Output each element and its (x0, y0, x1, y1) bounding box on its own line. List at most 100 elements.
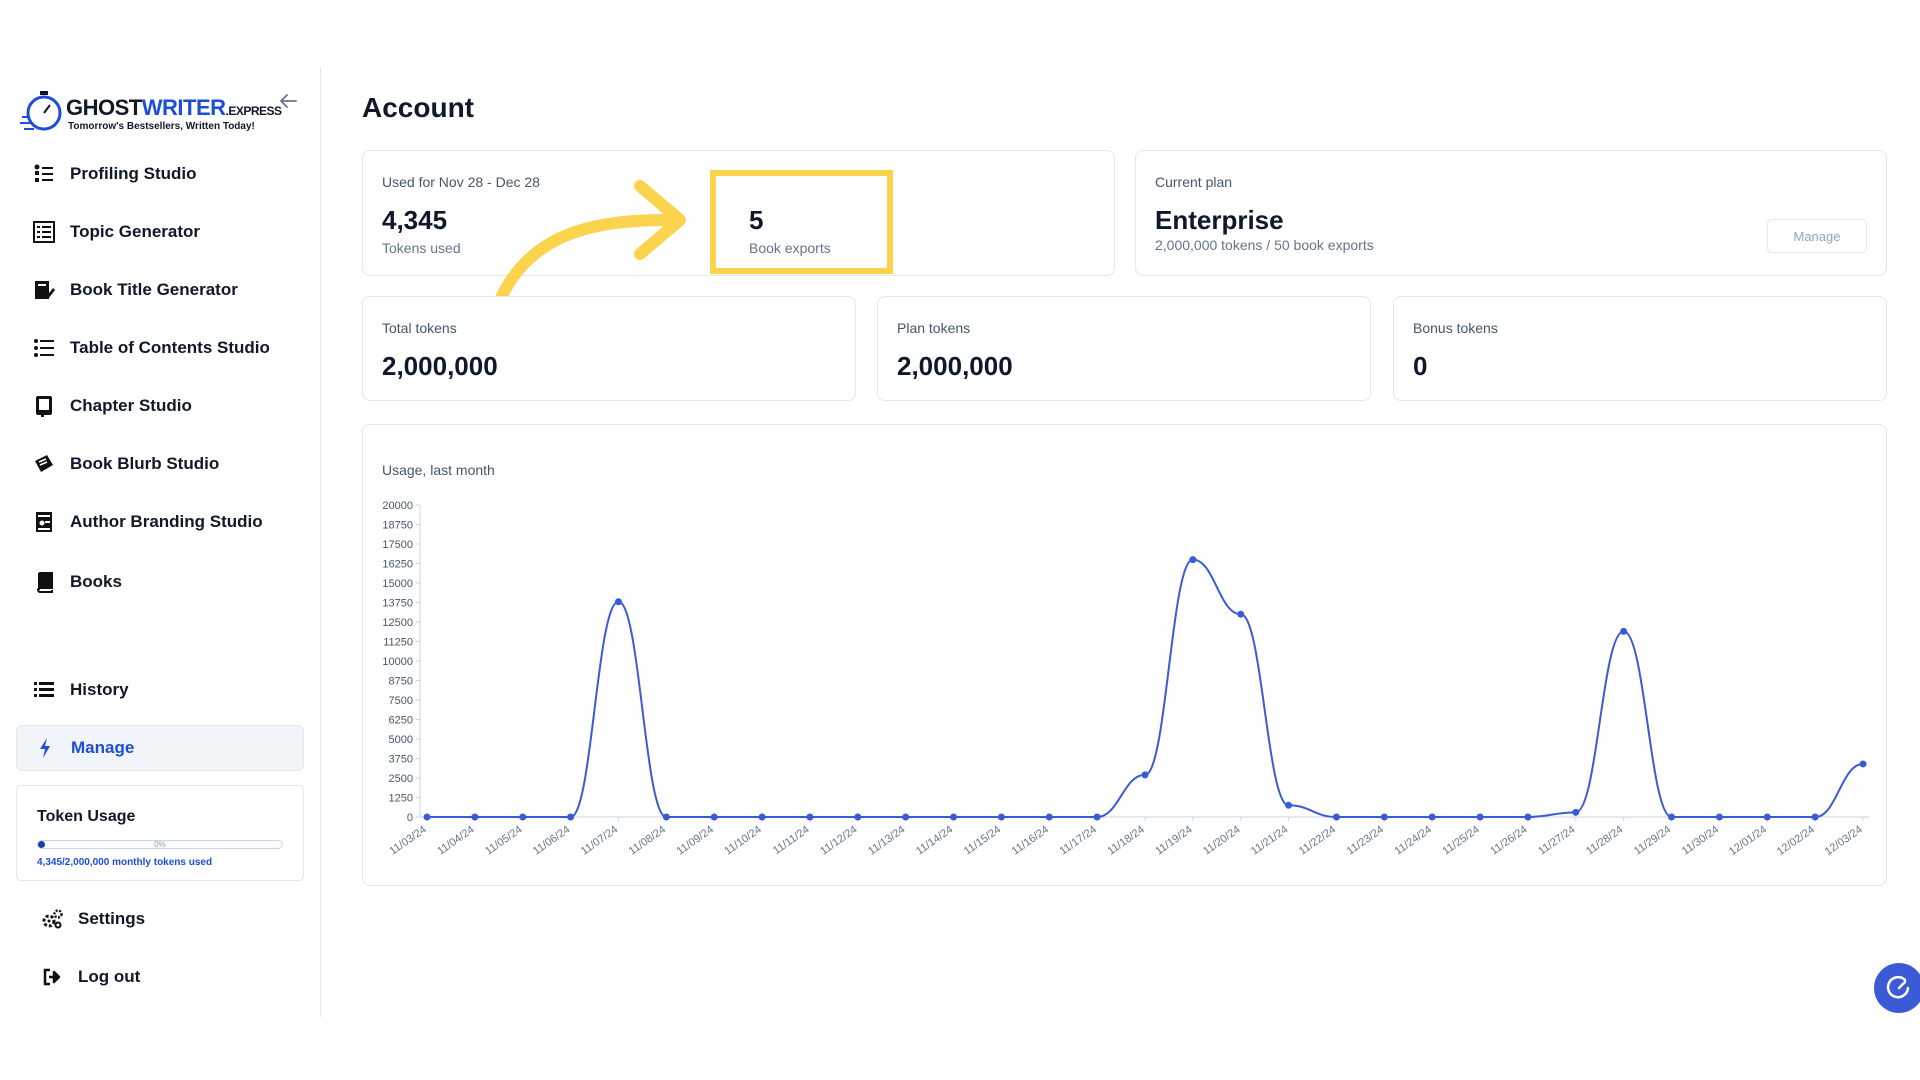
data-point[interactable] (423, 813, 431, 821)
x-tick-label: 11/07/24 (579, 824, 620, 858)
data-point[interactable] (1763, 813, 1771, 821)
y-tick-label: 16250 (382, 559, 413, 571)
page-title: Account (362, 92, 474, 123)
data-point[interactable] (471, 813, 479, 821)
sidebar: GHOSTWRITER.EXPRESS Tomorrow's Bestselle… (0, 67, 321, 1017)
x-tick-label: 11/08/24 (627, 824, 668, 858)
sidebar-item-books[interactable]: Books (16, 559, 304, 605)
sidebar-item-label: Settings (78, 909, 146, 928)
y-tick-label: 11250 (383, 637, 413, 649)
y-tick-label: 7500 (389, 695, 413, 707)
x-tick-label: 11/13/24 (866, 824, 907, 858)
sidebar-item-book-title-generator[interactable]: Book Title Generator (16, 267, 304, 313)
y-tick-label: 6250 (389, 715, 413, 727)
data-point[interactable] (1045, 813, 1053, 821)
data-point[interactable] (614, 598, 622, 606)
stat-value: 0 (1413, 351, 1428, 381)
token-usage-percent: 0% (154, 840, 166, 849)
current-plan-label: Current plan (1155, 174, 1233, 190)
data-point[interactable] (997, 813, 1005, 821)
sidebar-item-chapter-studio[interactable]: Chapter Studio (16, 383, 304, 429)
usage-chart-card: Usage, last month 0 1250 2500 3750 5000 6250 7… (362, 424, 1887, 886)
sidebar-item-profiling-studio[interactable]: Profiling Studio (16, 151, 304, 197)
tokens-used-value: 4,345 (382, 205, 448, 235)
data-point[interactable] (902, 813, 910, 821)
data-point[interactable] (710, 813, 718, 821)
data-point[interactable] (1285, 801, 1293, 809)
y-tick-label: 18750 (382, 520, 413, 532)
chat-icon (1886, 975, 1910, 999)
sidebar-item-label: Book Title Generator (70, 280, 238, 299)
data-point[interactable] (1811, 813, 1819, 821)
collapse-sidebar-arrow-icon[interactable] (276, 89, 300, 113)
data-point[interactable] (758, 813, 766, 821)
sidebar-item-book-blurb-studio[interactable]: Book Blurb Studio (16, 441, 304, 487)
manage-plan-button[interactable]: Manage (1767, 219, 1867, 253)
data-point[interactable] (854, 813, 862, 821)
stopwatch-logo-icon (20, 91, 62, 131)
sidebar-item-author-branding-studio[interactable]: Author Branding Studio (16, 499, 304, 545)
token-usage-summary: 4,345/2,000,000 monthly tokens used (37, 857, 213, 868)
sidebar-item-label: History (70, 680, 129, 699)
sidebar-item-label: Books (70, 572, 122, 591)
x-tick-label: 11/09/24 (675, 824, 716, 858)
sidebar-item-manage[interactable]: Manage (16, 725, 304, 771)
sidebar-item-label: Chapter Studio (70, 396, 192, 415)
x-tick-label: 11/22/24 (1297, 824, 1338, 858)
usage-line-chart: 0 1250 2500 3750 5000 6250 7500 8750 10000 11250 1… (382, 500, 1869, 858)
data-point[interactable] (1093, 813, 1101, 821)
tokens-used-caption: Tokens used (382, 240, 461, 256)
brand-name: GHOSTWRITER.EXPRESS (66, 95, 282, 120)
stat-label: Total tokens (382, 320, 457, 336)
data-point[interactable] (662, 813, 670, 821)
profile-list-icon (32, 162, 56, 186)
sidebar-item-log-out[interactable]: Log out (24, 954, 312, 1000)
data-point[interactable] (1476, 813, 1484, 821)
data-point[interactable] (1524, 813, 1532, 821)
data-point[interactable] (1428, 813, 1436, 821)
stat-card-plan-tokens: Plan tokens 2,000,000 (877, 296, 1371, 401)
data-point[interactable] (567, 813, 575, 821)
data-point[interactable] (1572, 808, 1580, 816)
data-point[interactable] (1715, 813, 1723, 821)
sidebar-item-settings[interactable]: Settings (24, 896, 312, 942)
sidebar-item-table-of-contents-studio[interactable]: Table of Contents Studio (16, 325, 304, 371)
data-point[interactable] (1668, 813, 1676, 821)
logout-icon (40, 965, 64, 989)
y-tick-label: 1250 (389, 793, 413, 805)
chat-support-button[interactable] (1874, 963, 1920, 1013)
x-tick-label: 11/03/24 (387, 824, 428, 858)
token-usage-card: Token Usage 0% 4,345/2,000,000 monthly t… (16, 785, 304, 881)
data-point[interactable] (1141, 771, 1149, 779)
y-tick-label: 10000 (382, 656, 413, 668)
plan-name: Enterprise (1155, 205, 1284, 235)
book-edit-icon (32, 278, 56, 302)
data-point[interactable] (806, 813, 814, 821)
topic-grid-icon (32, 220, 56, 244)
sidebar-item-history[interactable]: History (16, 667, 304, 713)
stat-label: Plan tokens (897, 320, 971, 336)
data-point[interactable] (519, 813, 527, 821)
y-tick-label: 13750 (382, 598, 413, 610)
data-point[interactable] (1237, 610, 1245, 618)
x-tick-label: 11/29/24 (1632, 824, 1673, 858)
brand-tagline: Tomorrow's Bestsellers, Written Today! (68, 121, 255, 132)
app-logo[interactable]: GHOSTWRITER.EXPRESS Tomorrow's Bestselle… (20, 87, 282, 137)
x-tick-label: 11/25/24 (1440, 824, 1481, 858)
x-tick-label: 11/18/24 (1105, 824, 1146, 858)
x-tick-label: 11/17/24 (1058, 824, 1099, 858)
sidebar-item-label: Table of Contents Studio (70, 338, 270, 357)
x-tick-label: 11/10/24 (722, 824, 763, 858)
y-tick-label: 3750 (389, 754, 413, 766)
data-point[interactable] (1380, 813, 1388, 821)
sidebar-item-label: Book Blurb Studio (70, 454, 220, 473)
stat-card-total-tokens: Total tokens 2,000,000 (362, 296, 856, 401)
data-point[interactable] (1332, 813, 1340, 821)
data-point[interactable] (1859, 760, 1867, 768)
x-tick-label: 11/26/24 (1488, 824, 1529, 858)
x-tick-label: 11/12/24 (818, 824, 859, 858)
data-point[interactable] (950, 813, 958, 821)
data-point[interactable] (1189, 556, 1197, 564)
sidebar-item-topic-generator[interactable]: Topic Generator (16, 209, 304, 255)
data-point[interactable] (1620, 627, 1628, 635)
